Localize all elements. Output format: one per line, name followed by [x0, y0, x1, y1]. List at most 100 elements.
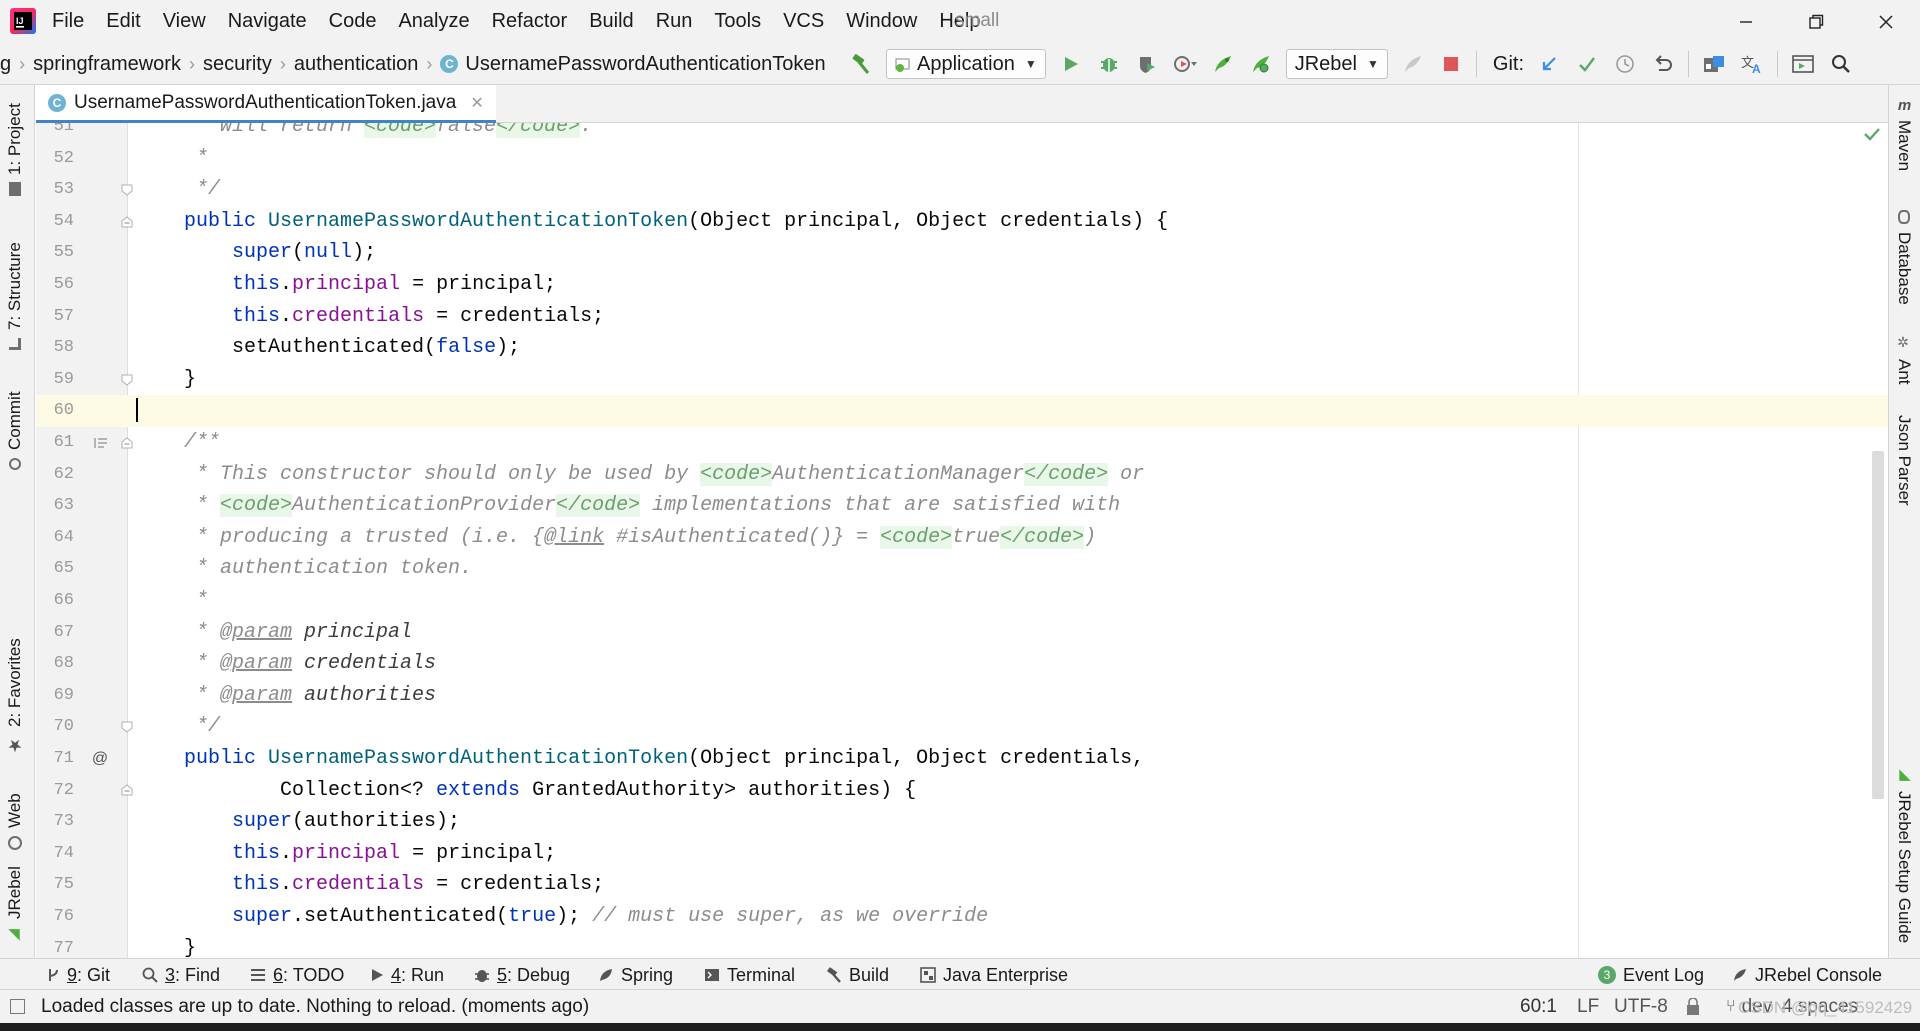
inspection-ok-check-icon[interactable]: [1864, 127, 1880, 141]
chevron-right-icon: ›: [426, 53, 433, 74]
translate-icon[interactable]: 文A: [1733, 43, 1771, 85]
search-icon[interactable]: [1822, 43, 1860, 85]
tool-tab-spring[interactable]: Spring: [598, 959, 673, 991]
tool-tab-database[interactable]: Database: [1894, 210, 1914, 325]
jrebel-disabled-icon[interactable]: [1394, 43, 1432, 85]
breadcrumb-item-springframework[interactable]: springframework: [33, 53, 181, 76]
tool-tab-jrebel[interactable]: ◣ JRebel: [5, 865, 25, 945]
fold-end-icon[interactable]: [120, 364, 134, 396]
terminal-window-icon[interactable]: [1784, 43, 1822, 85]
git-update-icon[interactable]: [1530, 43, 1568, 85]
code-text: *: [184, 589, 209, 612]
code-text: }: [184, 936, 197, 958]
tool-tab-structure[interactable]: 7: Structure: [5, 225, 25, 350]
editor-tab-active[interactable]: C UsernamePasswordAuthenticationToken.ja…: [36, 85, 496, 123]
menu-edit[interactable]: Edit: [106, 10, 140, 33]
tool-tab-ant[interactable]: ✲ Ant: [1894, 335, 1914, 405]
menu-window[interactable]: Window: [846, 10, 917, 33]
build-hammer-icon[interactable]: [842, 43, 880, 85]
tool-tab-terminal[interactable]: Terminal: [704, 959, 795, 991]
line-number: 72: [53, 780, 74, 800]
debug-icon[interactable]: [1090, 43, 1128, 85]
code-text: * producing a trusted (i.e. {@link #isAu…: [184, 525, 1097, 549]
fold-end-icon[interactable]: [120, 711, 134, 743]
code-line: 68 * @param credentials: [36, 648, 1888, 680]
caret-position[interactable]: 60:1: [1520, 990, 1557, 1023]
file-encoding[interactable]: UTF-8: [1614, 990, 1668, 1023]
code-editor[interactable]: 51 * will return <code>false</code>. 52 …: [36, 123, 1888, 958]
close-window-button[interactable]: [1856, 0, 1916, 43]
jrebel-configuration-select[interactable]: JRebel ▼: [1285, 49, 1388, 79]
menu-vcs[interactable]: VCS: [783, 10, 824, 33]
jrebel-debug-icon[interactable]: [1242, 43, 1280, 85]
vertical-scrollbar-thumb[interactable]: [1872, 451, 1884, 799]
close-icon[interactable]: ✕: [470, 93, 483, 113]
menu-run[interactable]: Run: [656, 10, 693, 33]
annotation-at-icon[interactable]: @: [91, 743, 109, 775]
breadcrumb-item-authentication[interactable]: authentication: [294, 53, 419, 76]
tool-tab-event-log[interactable]: 3 Event Log: [1598, 959, 1704, 991]
lock-icon[interactable]: [1685, 990, 1701, 1023]
breadcrumb-item-class[interactable]: UsernamePasswordAuthenticationToken: [465, 53, 825, 76]
minimize-button[interactable]: [1716, 0, 1776, 43]
tool-tab-java-enterprise[interactable]: Java Enterprise: [920, 959, 1068, 991]
run-configuration-select[interactable]: Application ▼: [886, 49, 1046, 79]
toggle-tool-windows-icon[interactable]: [10, 999, 25, 1014]
tool-tab-json-parser[interactable]: Json Parser: [1894, 415, 1914, 515]
tool-tab-jrebel-console[interactable]: JRebel Console: [1732, 959, 1882, 991]
code-line: 77 }: [36, 933, 1888, 958]
menu-bar: IJ File Edit View Navigate Code Analyze …: [0, 0, 1920, 43]
tool-tab-web[interactable]: Web: [5, 780, 25, 850]
terminal-icon: [705, 969, 719, 981]
maven-icon: m: [1897, 97, 1911, 115]
tool-tab-todo[interactable]: 6: TODO: [250, 959, 344, 991]
menu-navigate[interactable]: Navigate: [228, 10, 307, 33]
bottom-tool-window-bar: 9: Git 3: Find 6: TODO 4: Run 5: Debug S…: [0, 958, 1920, 990]
menu-build[interactable]: Build: [589, 10, 633, 33]
git-commit-check-icon[interactable]: [1568, 43, 1606, 85]
application-config-icon: [895, 58, 910, 72]
breadcrumb-item-security[interactable]: security: [203, 53, 272, 76]
menu-file[interactable]: File: [52, 10, 84, 33]
fold-start-icon[interactable]: [120, 775, 134, 807]
tool-tab-maven[interactable]: m Maven: [1894, 97, 1914, 189]
project-structure-icon[interactable]: [1695, 43, 1733, 85]
tool-tab-debug[interactable]: 5: Debug: [474, 959, 570, 991]
render-doc-icon[interactable]: [92, 427, 110, 459]
menu-tools[interactable]: Tools: [714, 10, 761, 33]
rollback-icon[interactable]: [1644, 43, 1682, 85]
star-icon: ★: [5, 735, 24, 755]
coverage-icon[interactable]: [1128, 43, 1166, 85]
menu-code[interactable]: Code: [329, 10, 377, 33]
tool-tab-commit[interactable]: Commit: [5, 375, 25, 470]
fold-start-icon[interactable]: [120, 206, 134, 238]
editor-tab-bar: C UsernamePasswordAuthenticationToken.ja…: [36, 85, 1888, 123]
stop-icon[interactable]: [1432, 43, 1470, 85]
jrebel-run-icon[interactable]: [1204, 43, 1242, 85]
restore-button[interactable]: [1786, 0, 1846, 43]
menu-analyze[interactable]: Analyze: [398, 10, 469, 33]
code-line: 76 super.setAuthenticated(true); // must…: [36, 901, 1888, 933]
tool-tab-git[interactable]: 9: Git: [46, 959, 110, 991]
tool-tab-build[interactable]: Build: [826, 959, 889, 991]
ant-icon: ✲: [1896, 335, 1912, 351]
menu-refactor[interactable]: Refactor: [492, 10, 568, 33]
build-hammer-icon: [827, 967, 841, 983]
line-separator[interactable]: LF: [1577, 990, 1599, 1023]
profile-icon[interactable]: [1166, 43, 1204, 85]
tool-tab-favorites[interactable]: ★ 2: Favorites: [5, 635, 25, 755]
tool-tab-run[interactable]: 4: Run: [370, 959, 444, 991]
tool-tab-jrebel-setup-guide[interactable]: ◣ JRebel Setup Guide: [1894, 765, 1914, 950]
structure-icon: [9, 338, 21, 350]
line-number: 62: [53, 464, 74, 484]
fold-start-icon[interactable]: [120, 427, 134, 459]
menu-view[interactable]: View: [163, 10, 206, 33]
run-icon[interactable]: [1052, 43, 1090, 85]
tool-tab-project[interactable]: 1: Project: [5, 95, 25, 196]
fold-end-icon[interactable]: [120, 174, 134, 206]
history-clock-icon[interactable]: [1606, 43, 1644, 85]
tool-tab-find[interactable]: 3: Find: [142, 959, 220, 991]
code-line: 59 }: [36, 364, 1888, 396]
breadcrumb-item-truncated[interactable]: g: [0, 53, 11, 76]
code-line: 74 this.principal = principal;: [36, 838, 1888, 870]
